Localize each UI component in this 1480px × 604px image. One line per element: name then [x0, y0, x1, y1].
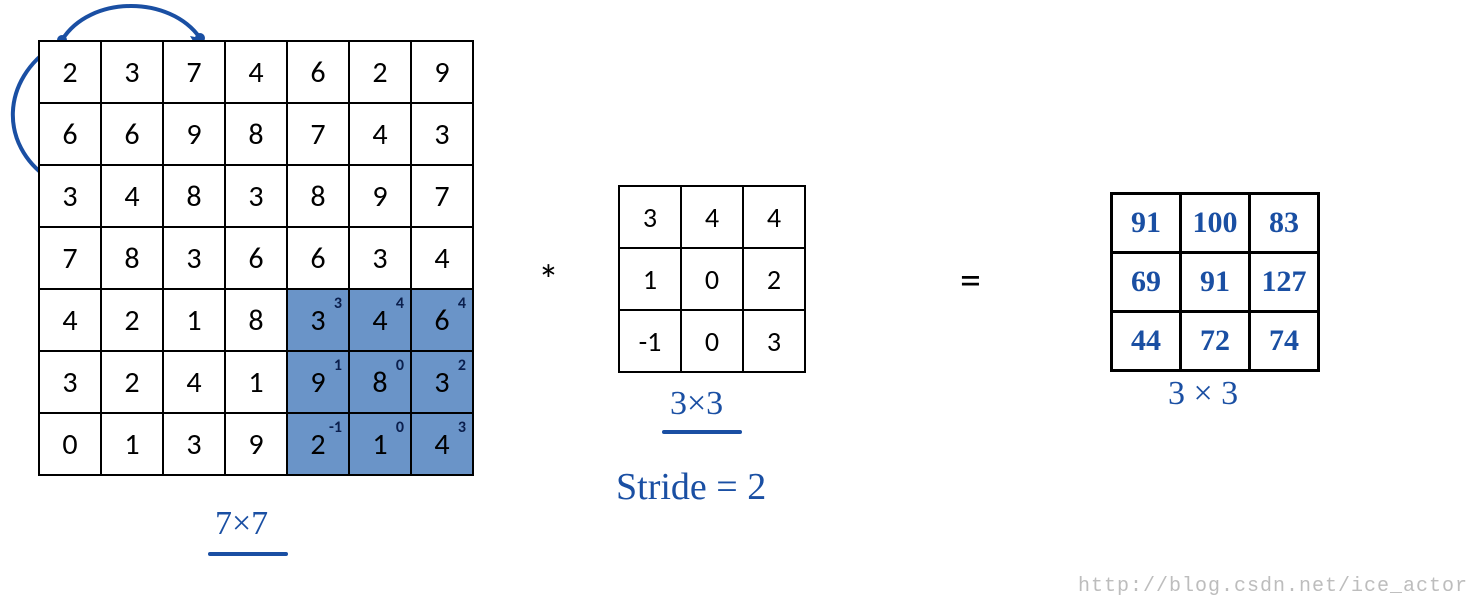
- input-cell: 44: [349, 289, 411, 351]
- input-cell: 80: [349, 351, 411, 413]
- input-cell: 4: [163, 351, 225, 413]
- output-cell: 74: [1250, 312, 1319, 371]
- filter-cell: -1: [619, 310, 681, 372]
- filter-cell: 0: [681, 310, 743, 372]
- input-cell: 7: [411, 165, 473, 227]
- filter-size-underline: [662, 430, 742, 434]
- input-cell: 91: [287, 351, 349, 413]
- filter-cell: 2: [743, 248, 805, 310]
- output-cell: 127: [1250, 253, 1319, 312]
- input-cell: 9: [349, 165, 411, 227]
- input-cell: 6: [39, 103, 101, 165]
- output-matrix: 91100836991127447274: [1110, 192, 1320, 372]
- equals-operator: =: [960, 255, 981, 306]
- filter-size-label: 3×3: [670, 385, 723, 423]
- input-cell: 4: [39, 289, 101, 351]
- kernel-superscript: 4: [458, 294, 466, 313]
- input-cell: 10: [349, 413, 411, 475]
- output-cell: 44: [1112, 312, 1181, 371]
- input-cell: 4: [349, 103, 411, 165]
- input-cell: 2: [39, 41, 101, 103]
- kernel-superscript: 3: [334, 294, 342, 313]
- input-cell: 3: [411, 103, 473, 165]
- output-cell: 69: [1112, 253, 1181, 312]
- input-cell: 0: [39, 413, 101, 475]
- kernel-superscript: 0: [396, 356, 404, 375]
- input-cell: 8: [101, 227, 163, 289]
- input-cell: 9: [225, 413, 287, 475]
- input-cell: 2: [101, 289, 163, 351]
- input-cell: 9: [411, 41, 473, 103]
- input-matrix: 2374629669874334838977836634421833446432…: [38, 40, 474, 476]
- kernel-superscript: 0: [396, 418, 404, 437]
- input-cell: 8: [225, 103, 287, 165]
- input-cell: 33: [287, 289, 349, 351]
- input-cell: 3: [349, 227, 411, 289]
- output-cell: 100: [1181, 194, 1250, 253]
- input-cell: 6: [287, 227, 349, 289]
- input-cell: 3: [163, 227, 225, 289]
- input-cell: 7: [287, 103, 349, 165]
- input-cell: 1: [225, 351, 287, 413]
- input-cell: 3: [39, 165, 101, 227]
- input-cell: 2-1: [287, 413, 349, 475]
- filter-cell: 3: [619, 186, 681, 248]
- input-cell: 32: [411, 351, 473, 413]
- filter-cell: 1: [619, 248, 681, 310]
- input-cell: 4: [101, 165, 163, 227]
- filter-matrix: 344102-103: [618, 185, 806, 373]
- input-cell: 3: [101, 41, 163, 103]
- output-cell: 72: [1181, 312, 1250, 371]
- input-cell: 6: [287, 41, 349, 103]
- kernel-superscript: 3: [458, 418, 466, 437]
- convolution-operator: *: [538, 255, 559, 306]
- input-cell: 8: [163, 165, 225, 227]
- watermark-text: http://blog.csdn.net/ice_actor: [1078, 575, 1468, 598]
- filter-cell: 3: [743, 310, 805, 372]
- kernel-superscript: -1: [329, 418, 342, 437]
- input-cell: 1: [101, 413, 163, 475]
- input-cell: 6: [225, 227, 287, 289]
- input-cell: 3: [163, 413, 225, 475]
- filter-cell: 4: [681, 186, 743, 248]
- input-size-label: 7×7: [215, 505, 268, 543]
- input-cell: 8: [287, 165, 349, 227]
- stride-label: Stride = 2: [616, 465, 766, 509]
- kernel-superscript: 1: [334, 356, 342, 375]
- input-size-underline: [208, 552, 288, 556]
- input-cell: 6: [101, 103, 163, 165]
- input-cell: 8: [225, 289, 287, 351]
- input-cell: 43: [411, 413, 473, 475]
- filter-cell: 0: [681, 248, 743, 310]
- input-cell: 9: [163, 103, 225, 165]
- input-cell: 2: [349, 41, 411, 103]
- output-size-label: 3 × 3: [1168, 375, 1238, 413]
- output-cell: 91: [1181, 253, 1250, 312]
- kernel-superscript: 4: [396, 294, 404, 313]
- input-cell: 1: [163, 289, 225, 351]
- filter-cell: 4: [743, 186, 805, 248]
- input-cell: 7: [39, 227, 101, 289]
- input-cell: 2: [101, 351, 163, 413]
- input-cell: 3: [39, 351, 101, 413]
- kernel-superscript: 2: [458, 356, 466, 375]
- output-cell: 83: [1250, 194, 1319, 253]
- output-cell: 91: [1112, 194, 1181, 253]
- input-cell: 64: [411, 289, 473, 351]
- input-cell: 4: [411, 227, 473, 289]
- input-cell: 4: [225, 41, 287, 103]
- input-cell: 7: [163, 41, 225, 103]
- input-cell: 3: [225, 165, 287, 227]
